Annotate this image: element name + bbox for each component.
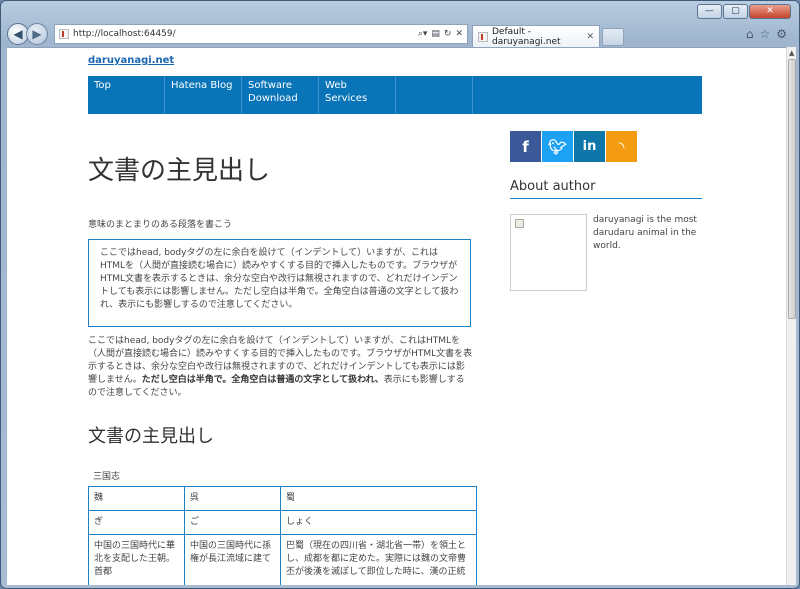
table-caption: 三国志 [93, 472, 121, 482]
forward-button[interactable]: ▶ [26, 23, 48, 45]
twitter-button[interactable]: 🐦︎ [542, 131, 573, 162]
about-author-heading: About author [510, 179, 702, 199]
facebook-button[interactable]: f [510, 131, 541, 162]
page-heading: 文書の主見出し [88, 156, 271, 186]
table-cell: 中国の三国時代に孫権が長江流域に建て [184, 534, 281, 585]
twitter-bird-icon: 🐦︎ [547, 137, 568, 156]
author-avatar [510, 214, 587, 291]
table-row: ぎ ご しょく [88, 510, 477, 535]
page-favicon-icon [59, 29, 69, 39]
tab-title: Default - daruyanagi.net [492, 26, 561, 47]
author-bio: daruyanagi is the most darudaru animal i… [593, 215, 697, 251]
table-cell: しょく [280, 510, 477, 535]
menu-item-software-download[interactable]: Software Download [242, 76, 319, 114]
minimize-button[interactable]: — [697, 4, 722, 19]
three-kingdoms-table: 魏 呉 蜀 ぎ ご しょく 中国の三国時代に華北を支配した王朝。首都 中国の三国… [88, 486, 477, 585]
menu-item-web-services[interactable]: Web Services [319, 76, 396, 114]
tab-close-icon[interactable]: ✕ [586, 32, 594, 42]
settings-gear-icon[interactable]: ⚙ [776, 27, 787, 41]
table-cell: ぎ [88, 510, 185, 535]
refresh-icon[interactable]: ↻ [444, 29, 452, 39]
site-title-link[interactable]: daruyanagi.net [88, 55, 174, 66]
table-row: 魏 呉 蜀 [88, 486, 477, 511]
home-icon[interactable]: ⌂ [746, 27, 754, 41]
new-tab-button[interactable] [602, 28, 624, 46]
forward-arrow-icon: ▶ [32, 27, 42, 41]
menu-item-top[interactable]: Top [88, 76, 165, 114]
vertical-scrollbar[interactable]: ▲ [786, 47, 796, 585]
table-cell: 魏 [88, 486, 185, 511]
address-text[interactable]: http://localhost:64459/ [73, 29, 418, 39]
compatibility-icon[interactable]: ▤ [431, 29, 440, 39]
browser-tab[interactable]: Default - daruyanagi.net ✕ [472, 25, 600, 47]
table-cell: 蜀 [280, 486, 477, 511]
table-cell: 中国の三国時代に華北を支配した王朝。首都 [88, 534, 185, 585]
close-button[interactable]: ✕ [749, 4, 791, 19]
table-cell: 巴蜀（現在の四川省・湖北省一帯）を領土とし、成都を都に定めた。実際には魏の文帝曹… [280, 534, 477, 585]
table-cell: ご [184, 510, 281, 535]
maximize-button[interactable]: ▢ [723, 4, 748, 19]
page-viewport: daruyanagi.net Top Hatena Blog Software … [7, 47, 786, 585]
address-bar[interactable]: http://localhost:64459/ ⌕▾ ▤ ↻ ✕ [54, 24, 468, 44]
tab-favicon-icon [478, 31, 488, 42]
body-text-bold: ただし空白は半角で。全角空白は普通の文字として扱われ、 [141, 375, 384, 385]
menu-item-hatena-blog[interactable]: Hatena Blog [165, 76, 242, 114]
table-row: 中国の三国時代に華北を支配した王朝。首都 中国の三国時代に孫権が長江流域に建て … [88, 534, 477, 585]
menu-item-empty[interactable] [396, 76, 473, 114]
broken-image-icon [515, 219, 524, 228]
rss-icon: ◝ [618, 137, 625, 156]
back-arrow-icon: ◀ [13, 27, 23, 41]
search-icon[interactable]: ⌕▾ [418, 29, 428, 39]
browser-window: — ▢ ✕ ◀ ▶ http://localhost:64459/ ⌕▾ ▤ ↻… [0, 0, 800, 589]
section-heading: 文書の主見出し [88, 426, 214, 447]
linkedin-icon: in [582, 139, 597, 154]
bordered-quote: ここではhead, bodyタグの左に余白を設けて（インデントして）いますが、こ… [88, 239, 471, 327]
body-paragraph: ここではhead, bodyタグの左に余白を設けて（インデントして）いますが、こ… [88, 335, 473, 400]
rss-button[interactable]: ◝ [606, 131, 637, 162]
main-menu: Top Hatena Blog Software Download Web Se… [88, 76, 702, 114]
linkedin-button[interactable]: in [574, 131, 605, 162]
scrollbar-thumb[interactable] [788, 59, 796, 319]
lead-paragraph: 意味のまとまりのある段落を書こう [88, 220, 233, 230]
navigation-bar: ◀ ▶ http://localhost:64459/ ⌕▾ ▤ ↻ ✕ Def… [7, 21, 793, 47]
window-controls: — ▢ ✕ [697, 4, 791, 19]
stop-icon[interactable]: ✕ [455, 29, 463, 39]
favorites-star-icon[interactable]: ☆ [759, 27, 770, 41]
facebook-icon: f [522, 137, 529, 156]
social-links: f 🐦︎ in ◝ [510, 131, 637, 162]
scroll-up-arrow-icon[interactable]: ▲ [789, 49, 794, 57]
table-cell: 呉 [184, 486, 281, 511]
